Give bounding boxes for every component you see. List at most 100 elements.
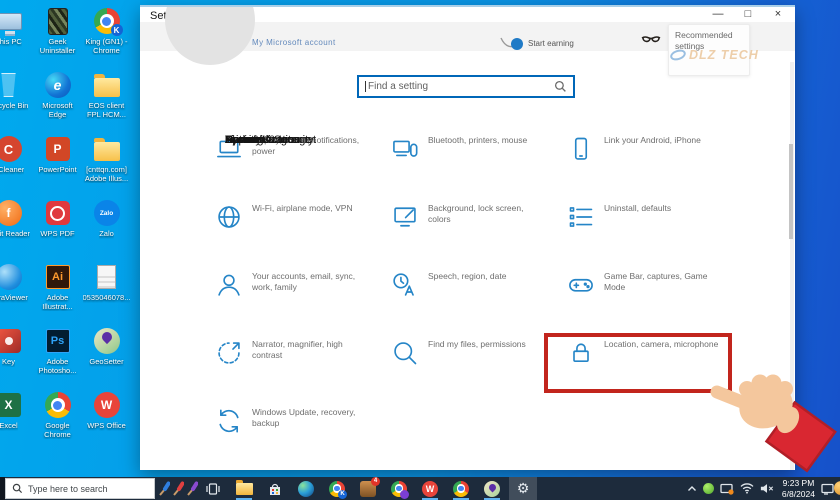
rewards-coin-icon	[500, 37, 523, 50]
taskbar-chrome-k-app-icon[interactable]: K	[323, 477, 351, 500]
taskbar-monkey-app-icon[interactable]: 4	[354, 476, 382, 500]
watermark-logo-icon	[668, 47, 688, 63]
tray-wifi-icon[interactable]	[740, 483, 754, 494]
desktop-icon-wps-office[interactable]: W WPS Office	[82, 390, 131, 454]
this-pc-icon	[0, 6, 22, 36]
tile-description: Uninstall, defaults	[604, 203, 672, 213]
tile-description: Link your Android, iPhone	[604, 135, 701, 145]
desktop-icon-grid: This PC Geek Uninstaller K King (GN1) - Chr…	[0, 6, 131, 454]
cnttqn-com-adobe-illus-icon	[93, 134, 120, 164]
taskbar-search-input[interactable]: Type here to search	[5, 478, 155, 499]
maximize-button[interactable]: □	[733, 7, 763, 23]
find-setting-search-input[interactable]: Find a setting	[357, 75, 575, 98]
taskbar-explorer-app-icon[interactable]	[230, 477, 258, 500]
tile-description: Your accounts, email, sync, work, family	[252, 271, 356, 293]
action-center-icon[interactable]	[821, 483, 834, 495]
settings-tile-network-internet[interactable]: Network & Internet Wi-Fi, airplane mode, …	[215, 134, 391, 267]
desktop-icon-geek-uninstaller[interactable]: Geek Uninstaller	[33, 6, 82, 70]
desktop-icon-label: Adobe Illustrat...	[42, 294, 73, 311]
search-icon	[391, 339, 419, 372]
settings-tile-search[interactable]: Search Find my files, permissions	[225, 134, 567, 403]
settings-tile-time-language[interactable]: Time & Language Speech, region, date	[225, 134, 567, 335]
close-button[interactable]: ×	[763, 7, 793, 23]
taskbar-store-app-icon[interactable]	[261, 477, 289, 500]
desktop-icon-excel[interactable]: X Excel	[0, 390, 33, 454]
desktop: This PC Geek Uninstaller K King (GN1) - Chr…	[0, 0, 840, 500]
desktop-icon-geosetter[interactable]: GeoSetter	[82, 326, 131, 390]
powerpoint-icon: P	[45, 134, 70, 164]
desktop-icon-zalo[interactable]: Zalo Zalo	[82, 198, 131, 262]
taskbar-geo-app-icon[interactable]	[478, 477, 506, 500]
tray-chevron-up-icon[interactable]	[687, 485, 697, 493]
tile-description: Speech, region, date	[428, 271, 507, 281]
key-icon	[0, 326, 21, 356]
tile-description: Game Bar, captures, Game Mode	[604, 271, 708, 293]
settings-tile-ease-of-access[interactable]: Ease of Access Narrator, magnifier, high …	[215, 134, 391, 403]
microsoft-account-link[interactable]: My Microsoft account	[252, 38, 336, 47]
settings-tile-devices[interactable]: Devices Bluetooth, printers, mouse	[225, 131, 567, 199]
taskbar-sphere-app-icon[interactable]	[292, 477, 320, 500]
desktop-icon-microsoft-edge[interactable]: e Microsoft Edge	[33, 70, 82, 134]
adobe-illustrat-icon: Ai	[45, 262, 70, 292]
tile-description: Narrator, magnifier, high contrast	[252, 339, 343, 361]
desktop-icon-eos-client-fpl-hcm[interactable]: EOS client FPL HCM...	[82, 70, 131, 134]
minimize-button[interactable]: —	[703, 7, 733, 23]
tray-display-icon[interactable]	[720, 483, 734, 495]
eos-client-fpl-hcm-icon	[93, 70, 120, 100]
rewards-promo[interactable]: Start earning	[498, 35, 574, 51]
wps-office-icon: W	[93, 390, 120, 420]
tray-partial-app-icon[interactable]	[834, 481, 840, 495]
clock-date: 6/8/2024	[781, 488, 815, 499]
search-icon	[554, 80, 566, 92]
settings-tile-privacy[interactable]: Privacy Location, camera, microphone	[225, 134, 743, 403]
scrollbar[interactable]	[789, 62, 794, 470]
tile-description: Background, lock screen, colors	[428, 203, 524, 225]
tray-green-app-icon[interactable]	[702, 483, 714, 494]
settings-tile-accounts[interactable]: Accounts Your accounts, email, sync, work…	[215, 134, 391, 335]
desktop-icon-label: GeoSetter	[89, 358, 124, 366]
desktop-icon-foxit-reader[interactable]: f Foxit Reader	[0, 198, 33, 262]
update-icon	[215, 407, 243, 440]
settings-tile-update-security[interactable]: Update & Security Windows Update, recover…	[215, 134, 391, 470]
taskbar-chrome-p-app-icon[interactable]	[385, 477, 413, 500]
settings-tile-personalization[interactable]: Personalization Background, lock screen, …	[225, 134, 567, 267]
tray-volume-mute-icon[interactable]	[760, 483, 774, 494]
desktop-icon-label: PowerPoint	[38, 166, 77, 174]
desktop-icon-label: CCleaner	[0, 166, 25, 174]
desktop-icon-ultraviewer[interactable]: UltraViewer	[0, 262, 33, 326]
taskbar-brush-purple-icon[interactable]	[185, 477, 198, 500]
desktop-icon-this-pc[interactable]: This PC	[0, 6, 33, 70]
tile-title: Update & Security	[225, 134, 314, 146]
taskbar-pinned-apps: K 4 W ⚙	[157, 476, 540, 500]
desktop-icon-king-gn1-chrome[interactable]: K King (GN1) - Chrome	[82, 6, 131, 70]
excel-icon: X	[0, 390, 21, 420]
desktop-icon-label: EOS client FPL HCM...	[87, 102, 126, 119]
settings-tile-gaming[interactable]: Gaming Game Bar, captures, Game Mode	[225, 134, 743, 335]
ultraviewer-icon	[0, 262, 22, 292]
taskbar-brush-red-icon[interactable]	[171, 477, 184, 500]
taskbar-settings-app-icon[interactable]: ⚙	[509, 477, 537, 500]
desktop-icon-google-chrome[interactable]: Google Chrome	[33, 390, 82, 454]
taskbar-clock[interactable]: 9:23 PM 6/8/2024	[782, 478, 815, 499]
taskbar-brush-blue-icon[interactable]	[157, 477, 170, 500]
taskbar-wps-app-icon[interactable]: W	[416, 477, 444, 500]
taskbar-taskview-app-icon[interactable]	[199, 477, 227, 500]
desktop-icon-wps-pdf[interactable]: WPS PDF	[33, 198, 82, 262]
desktop-icon-label: Geek Uninstaller	[39, 38, 76, 55]
taskbar-chrome-app-icon[interactable]	[447, 477, 475, 500]
desktop-icon-adobe-photosho[interactable]: Ps Adobe Photosho...	[33, 326, 82, 390]
desktop-icon-adobe-illustrat[interactable]: Ai Adobe Illustrat...	[33, 262, 82, 326]
glasses-icon	[640, 34, 662, 52]
desktop-icon-ccleaner[interactable]: C CCleaner	[0, 134, 33, 198]
desktop-icon-recycle-bin[interactable]: Recycle Bin	[0, 70, 33, 134]
desktop-icon-0535046078[interactable]: 0535046078...	[82, 262, 131, 326]
notification-badge: 4	[371, 476, 380, 486]
settings-tile-phone[interactable]: Phone Link your Android, iPhone	[225, 131, 743, 199]
desktop-icon-cnttqn-com-adobe-illus[interactable]: [cnttqn.com] Adobe Illus...	[82, 134, 131, 198]
desktop-icon-label: Recycle Bin	[0, 102, 29, 110]
desktop-icon-key[interactable]: Key	[0, 326, 33, 390]
settings-tile-apps[interactable]: Apps Uninstall, defaults	[225, 134, 743, 267]
desktop-icon-powerpoint[interactable]: P PowerPoint	[33, 134, 82, 198]
personalization-icon	[391, 203, 419, 236]
0535046078-icon	[97, 262, 116, 292]
